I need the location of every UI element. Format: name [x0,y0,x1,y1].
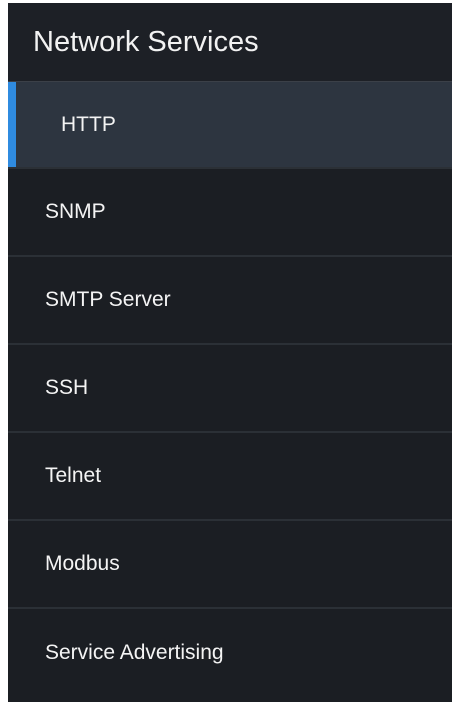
services-menu: HTTP SNMP SMTP Server SSH Telnet Modbus … [8,82,452,697]
panel-header: Network Services [8,3,452,82]
network-services-panel: Network Services HTTP SNMP SMTP Server S… [8,3,452,702]
menu-item-label: HTTP [61,112,116,136]
menu-item-http[interactable]: HTTP [8,82,452,169]
panel-title: Network Services [33,25,259,58]
menu-item-label: SNMP [45,200,106,223]
menu-item-label: SMTP Server [45,288,171,311]
menu-item-snmp[interactable]: SNMP [8,169,452,257]
active-indicator [8,82,16,167]
menu-item-modbus[interactable]: Modbus [8,521,452,609]
menu-item-label: Telnet [45,464,102,487]
menu-item-telnet[interactable]: Telnet [8,433,452,521]
menu-item-label: Modbus [45,552,120,575]
menu-item-smtp-server[interactable]: SMTP Server [8,257,452,345]
menu-item-label: SSH [45,376,89,399]
menu-item-service-advertising[interactable]: Service Advertising [8,609,452,697]
menu-item-ssh[interactable]: SSH [8,345,452,433]
menu-item-label: Service Advertising [45,641,224,664]
